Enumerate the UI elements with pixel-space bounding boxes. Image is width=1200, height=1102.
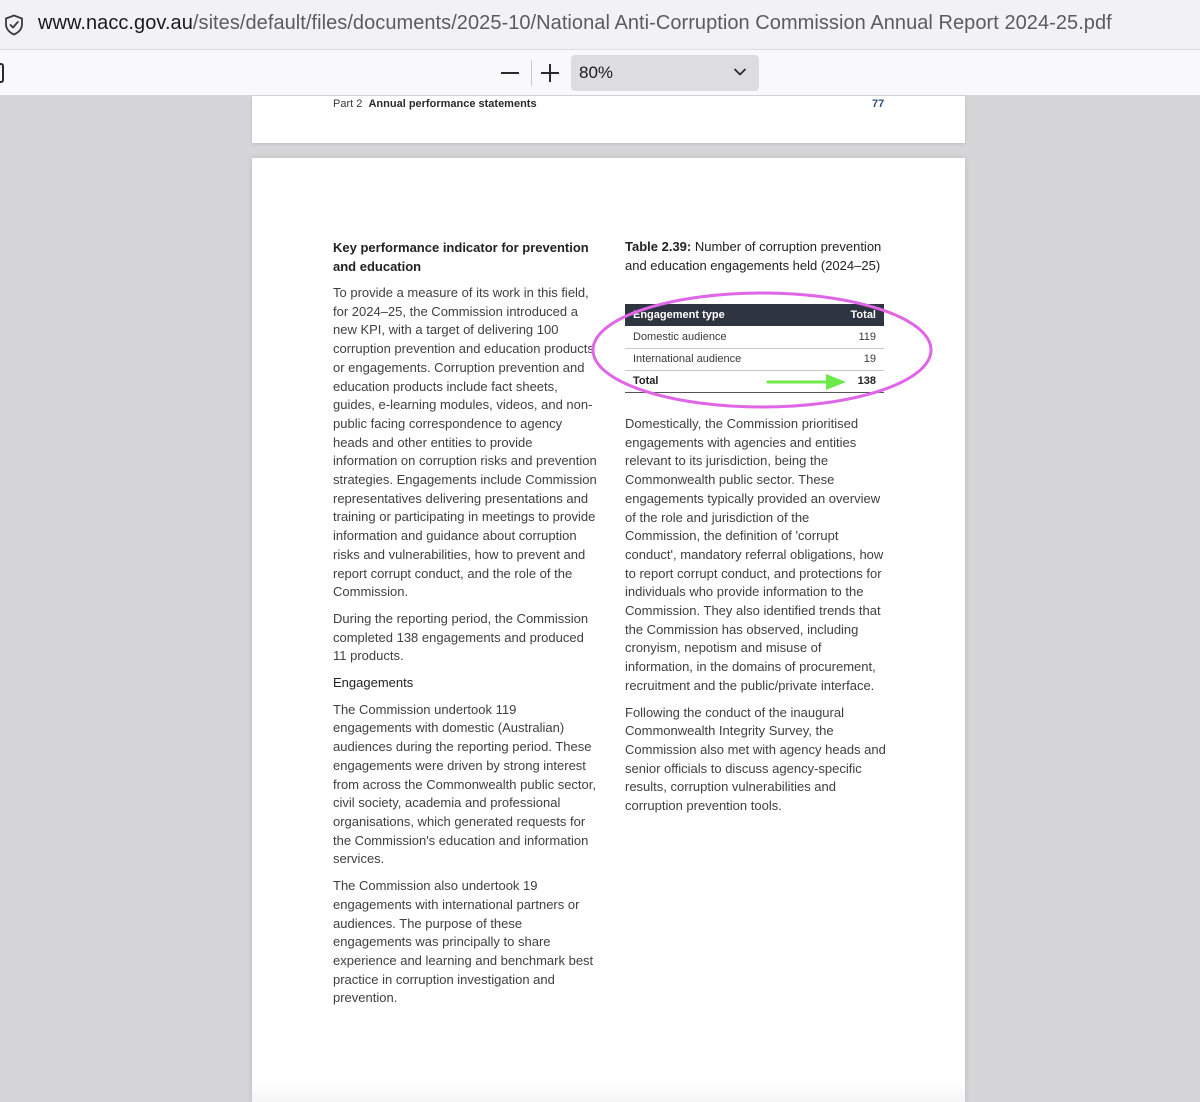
paragraph: The Commission undertook 119 engagements… — [333, 701, 596, 867]
engagements-heading: Engagements — [333, 675, 414, 691]
table-total-row: Total 138 — [625, 370, 884, 393]
zoom-value: 80% — [579, 63, 614, 82]
page-number: 77 — [872, 98, 885, 110]
paragraph: To provide a measure of its work in this… — [333, 285, 597, 600]
kpi-heading: Key performance indicator for prevention… — [333, 240, 589, 274]
url-bar[interactable]: www.nacc.gov.au/sites/default/files/docu… — [0, 0, 1200, 50]
right-column: Domestically, the Commission prioritised… — [625, 415, 887, 824]
table-cell: 119 — [819, 326, 884, 349]
zoom-in-icon[interactable] — [537, 58, 565, 88]
paragraph: During the reporting period, the Commiss… — [333, 610, 589, 664]
paragraph: The Commission also undertook 19 engagem… — [333, 878, 594, 1006]
url-text[interactable]: www.nacc.gov.au/sites/default/files/docu… — [38, 12, 1112, 35]
table-cell: International audience — [625, 348, 820, 371]
url-domain: www.nacc.gov.au — [38, 12, 193, 34]
table-cell: 19 — [819, 348, 884, 371]
table-header: Engagement type — [625, 304, 820, 326]
table-row: Domestic audience 119 — [625, 326, 884, 349]
header-section: Annual performance statements — [368, 98, 537, 110]
toolbar-separator — [531, 60, 532, 86]
table-caption-label: Table 2.39: — [625, 239, 692, 254]
table-header-row: Engagement type Total — [625, 304, 884, 326]
zoom-out-icon[interactable] — [497, 58, 525, 88]
table-cell: 138 — [819, 370, 884, 393]
url-path: /sites/default/files/documents/2025-10/N… — [192, 12, 1112, 34]
shield-icon[interactable] — [4, 14, 24, 36]
table-row: International audience 19 — [625, 348, 884, 371]
engagement-table: Engagement type Total Domestic audience … — [625, 304, 884, 393]
right-column-caption: Table 2.39: Number of corruption prevent… — [625, 238, 887, 283]
paragraph: Domestically, the Commission prioritised… — [625, 416, 884, 693]
pdf-toolbar: 80% — [0, 50, 1200, 96]
zoom-select[interactable]: 80% — [571, 55, 759, 91]
table-cell: Total — [625, 370, 820, 393]
left-column: Key performance indicator for prevention… — [333, 238, 598, 1016]
table-cell: Domestic audience — [625, 326, 820, 349]
chevron-down-icon — [734, 68, 746, 76]
sidebar-toggle-icon[interactable] — [0, 63, 4, 83]
running-header: Part 2 Annual performance statements — [333, 98, 537, 110]
pdf-page-previous: Part 2 Annual performance statements 77 — [252, 96, 965, 143]
page-bottom-shade — [252, 1080, 965, 1102]
header-part: Part 2 — [333, 98, 363, 110]
pdf-page: Key performance indicator for prevention… — [252, 158, 965, 1102]
paragraph: Following the conduct of the inaugural C… — [625, 704, 886, 814]
table-header: Total — [819, 304, 884, 326]
table-caption: Table 2.39: Number of corruption prevent… — [625, 238, 887, 275]
